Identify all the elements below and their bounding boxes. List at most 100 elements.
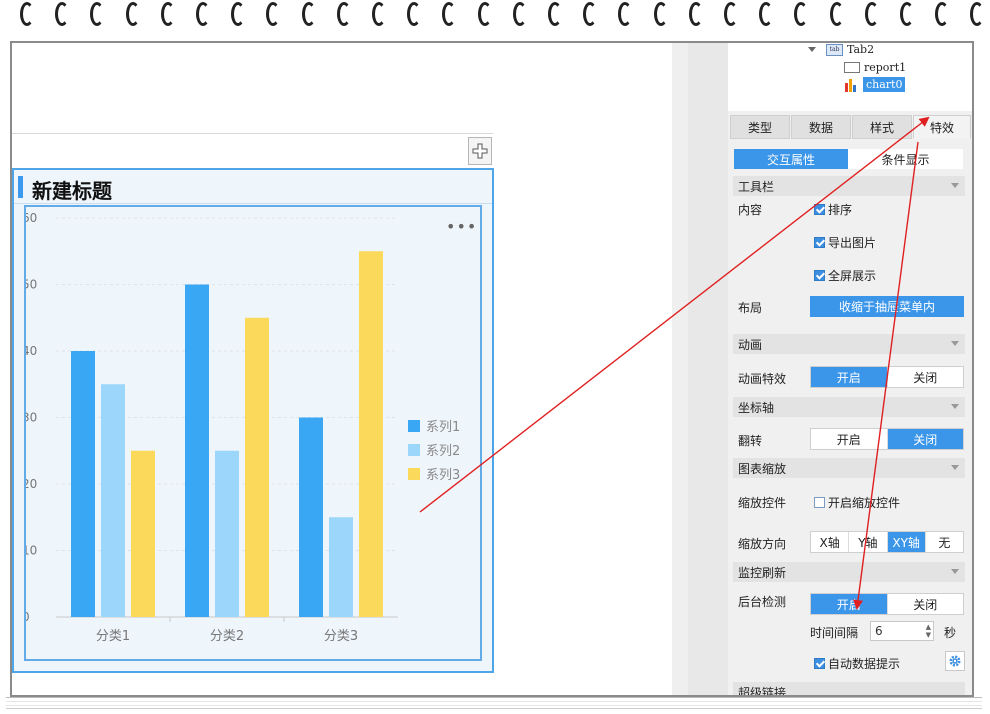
y-tick-label: 50 [26, 278, 37, 292]
panel-gutter [688, 43, 728, 695]
background-check-on-option[interactable]: 开启 [811, 594, 888, 614]
section-title: 图表缩放 [738, 461, 787, 476]
export-image-checkbox[interactable]: 导出图片 [814, 234, 876, 251]
background-check-label: 后台检测 [738, 595, 787, 609]
zoom-direction-toggle[interactable]: X轴 Y轴 XY轴 无 [810, 531, 964, 553]
zoom-direction-label: 缩放方向 [738, 537, 787, 551]
interval-value: 6 [875, 624, 883, 638]
section-hyperlink[interactable]: 超级链接 [733, 682, 965, 695]
bar [71, 351, 95, 617]
tab-style[interactable]: 样式 [852, 115, 912, 139]
bar [329, 517, 353, 617]
checkbox-icon [814, 658, 825, 669]
section-animation[interactable]: 动画 [733, 334, 965, 354]
zoom-y-option[interactable]: Y轴 [849, 532, 888, 552]
chart-icon [845, 79, 856, 92]
background-check-toggle[interactable]: 开启 关闭 [810, 593, 964, 615]
legend-label: 系列3 [426, 468, 461, 483]
interval-stepper[interactable]: 6 ▲ ▼ [870, 621, 934, 641]
binding-ring [548, 2, 562, 26]
collapse-icon [951, 465, 959, 470]
tree-item-tab2[interactable]: tab Tab2 [808, 43, 874, 56]
section-title: 监控刷新 [738, 565, 787, 580]
y-tick-label: 30 [26, 411, 37, 425]
stepper-arrows-icon[interactable]: ▲ ▼ [926, 623, 931, 639]
section-axis[interactable]: 坐标轴 [733, 397, 965, 417]
binding-ring [442, 2, 457, 26]
binding-ring [900, 2, 914, 26]
y-tick-label: 0 [26, 610, 30, 624]
zoom-none-option[interactable]: 无 [926, 532, 963, 552]
interval-label: 时间间隔 [810, 626, 859, 640]
bar [299, 417, 323, 617]
checkbox-label: 全屏展示 [828, 269, 877, 283]
binding-ring [301, 2, 316, 26]
legend-item[interactable]: 系列2 [408, 440, 460, 459]
binding-ring [653, 2, 668, 26]
binding-ring [55, 2, 70, 26]
sort-checkbox[interactable]: 排序 [814, 201, 852, 218]
y-tick-label: 10 [26, 544, 37, 558]
y-tick-label: 20 [26, 477, 37, 491]
checkbox-icon [814, 204, 825, 215]
widget-move-button[interactable] [468, 137, 492, 165]
subtab-condition[interactable]: 条件显示 [848, 149, 963, 169]
binding-ring [935, 2, 950, 26]
section-zoom[interactable]: 图表缩放 [733, 458, 965, 478]
legend-swatch [408, 443, 420, 456]
zoom-control-checkbox[interactable]: 开启缩放控件 [814, 494, 900, 511]
bar [245, 317, 269, 617]
tree-item-chart0[interactable]: chart0 [844, 77, 906, 92]
animation-on-option[interactable]: 开启 [811, 367, 888, 387]
title-accent-bar [18, 176, 23, 198]
checkbox-icon [814, 270, 825, 281]
section-title: 坐标轴 [738, 400, 775, 415]
legend-item[interactable]: 系列3 [408, 464, 460, 483]
auto-tip-checkbox[interactable]: 自动数据提示 [814, 655, 900, 672]
zoom-x-option[interactable]: X轴 [811, 532, 850, 552]
flip-off-option[interactable]: 关闭 [887, 429, 963, 449]
animation-toggle[interactable]: 开启 关闭 [810, 366, 964, 388]
legend-item[interactable]: 系列1 [408, 416, 460, 435]
tab-data[interactable]: 数据 [791, 115, 851, 139]
bar [131, 450, 155, 617]
content-label: 内容 [738, 203, 763, 217]
splitter[interactable] [672, 43, 688, 695]
y-tick-label: 40 [26, 344, 37, 358]
binding-ring [125, 2, 140, 26]
tree-item-report1[interactable]: report1 [844, 61, 906, 74]
legend-swatch [408, 467, 420, 480]
legend-swatch [408, 419, 420, 432]
binding-ring [407, 2, 422, 26]
layout-label: 布局 [738, 301, 763, 315]
gear-icon [949, 655, 961, 667]
tab-effects[interactable]: 特效 [913, 115, 971, 139]
collapse-icon [951, 404, 959, 409]
flip-toggle[interactable]: 开启 关闭 [810, 428, 964, 450]
section-monitor[interactable]: 监控刷新 [733, 562, 965, 582]
binding-ring [266, 2, 281, 26]
binding-ring [583, 2, 598, 26]
collapse-icon [951, 183, 959, 188]
binding-ring [336, 2, 351, 26]
binding-ring [477, 2, 492, 26]
bar [215, 450, 239, 617]
subtab-interaction[interactable]: 交互属性 [734, 149, 848, 169]
tree-item-label: Tab2 [847, 43, 875, 56]
section-toolbar[interactable]: 工具栏 [733, 176, 965, 196]
binding-ring [864, 2, 879, 26]
settings-button[interactable] [945, 651, 965, 671]
fullscreen-checkbox[interactable]: 全屏展示 [814, 267, 876, 284]
flip-on-option[interactable]: 开启 [811, 429, 888, 449]
zoom-xy-option[interactable]: XY轴 [887, 532, 926, 552]
animation-off-option[interactable]: 关闭 [888, 367, 964, 387]
collapse-icon [951, 341, 959, 346]
tab-type[interactable]: 类型 [730, 115, 790, 139]
background-check-off-option[interactable]: 关闭 [888, 594, 964, 614]
widget-title[interactable]: 新建标题 [32, 175, 112, 204]
interval-unit: 秒 [944, 626, 957, 640]
binding-ring [970, 2, 985, 26]
checkbox-icon [814, 497, 825, 508]
layout-select[interactable]: 收缩于抽屉菜单内 [810, 296, 964, 317]
collapse-icon[interactable] [808, 47, 816, 52]
